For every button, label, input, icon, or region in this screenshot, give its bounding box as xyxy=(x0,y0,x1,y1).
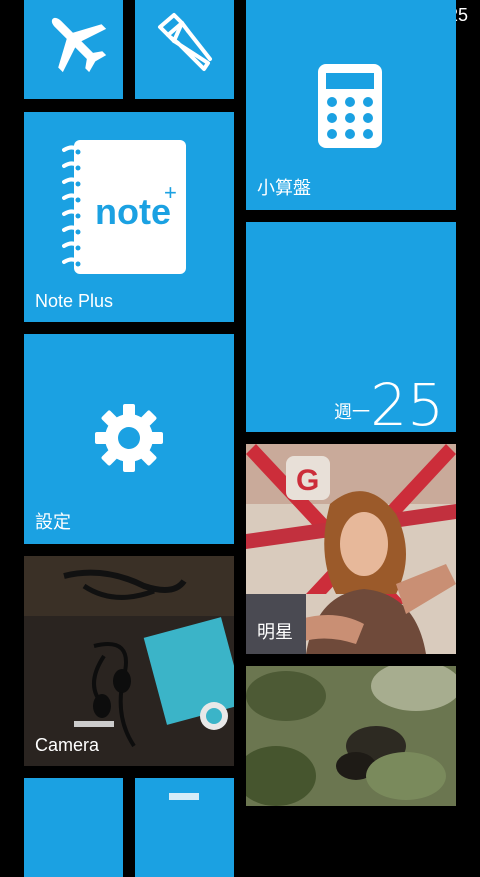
tile-label: 明星 xyxy=(257,622,293,642)
tile-calendar[interactable]: 週一 25 xyxy=(246,222,456,432)
photos-photo xyxy=(246,666,456,806)
tile-label: 小算盤 xyxy=(257,178,311,198)
tile-flashlight[interactable] xyxy=(135,0,234,99)
tile-airplane-mode[interactable] xyxy=(24,0,123,99)
flashlight-icon xyxy=(158,13,212,71)
status-bar xyxy=(280,0,480,32)
tile-bottom-left[interactable] xyxy=(24,778,123,877)
tile-label: 設定 xyxy=(35,512,71,532)
tile-people[interactable]: G 明星 xyxy=(246,444,456,654)
airplane-icon xyxy=(51,17,107,73)
tile-label: Note Plus xyxy=(35,291,114,311)
calendar-day: 週一 xyxy=(334,402,370,422)
tile-bottom-middle-icon xyxy=(169,793,199,800)
tile-label: Camera xyxy=(35,735,100,755)
tile-bottom-middle[interactable] xyxy=(135,778,234,877)
tile-settings[interactable]: 設定 xyxy=(24,334,234,544)
calculator-icon xyxy=(318,64,382,148)
tile-photos[interactable] xyxy=(246,666,456,806)
note-logo-plus: + xyxy=(164,180,177,205)
note-logo-text: note xyxy=(95,191,171,232)
gear-icon xyxy=(95,404,163,472)
tile-note-plus[interactable]: note + Note Plus xyxy=(24,112,234,322)
calendar-date: 25 xyxy=(370,371,444,432)
notebook-icon: note + xyxy=(62,140,186,274)
tile-camera[interactable]: Camera xyxy=(24,556,234,766)
svg-text:G: G xyxy=(296,464,319,497)
